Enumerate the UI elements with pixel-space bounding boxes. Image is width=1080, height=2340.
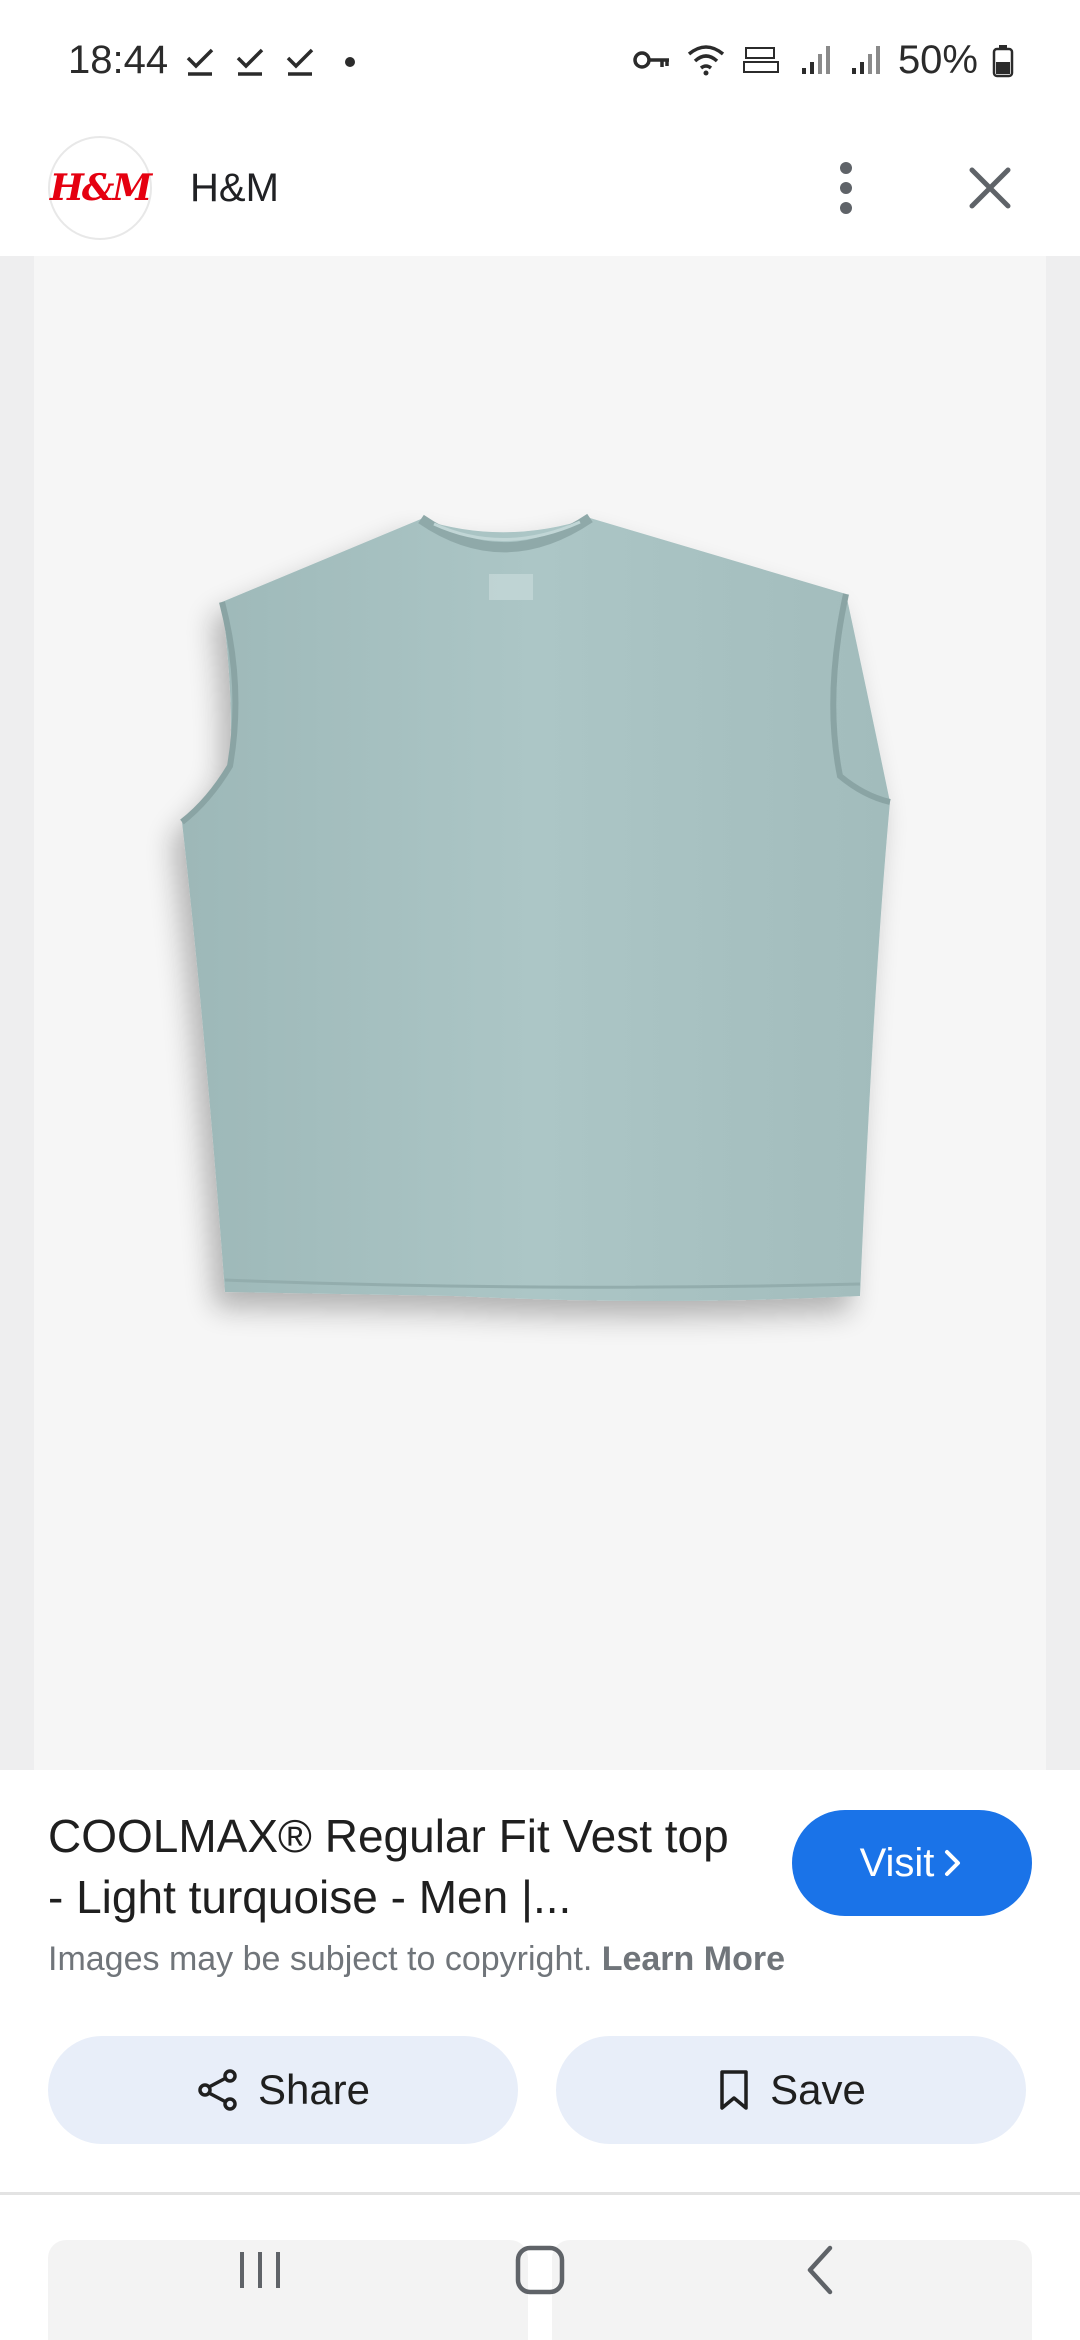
status-bar: 18:44 50%	[0, 0, 1080, 120]
header: H&M H&M	[0, 120, 1080, 256]
battery-percent: 50%	[897, 37, 978, 82]
signal-icon	[851, 46, 880, 74]
system-nav-bar	[0, 2200, 1080, 2340]
shirt-label	[489, 574, 533, 600]
vpn-key-icon	[633, 51, 669, 69]
shirt-body	[182, 518, 890, 1301]
recents-icon	[240, 2252, 280, 2288]
close-icon	[969, 167, 1011, 209]
visit-label: Visit	[859, 1840, 935, 1885]
site-name: H&M	[190, 165, 279, 210]
learn-more-link[interactable]: Learn More	[602, 1940, 785, 1978]
check-icon	[186, 48, 214, 76]
logo-text: H&M	[49, 167, 152, 209]
share-icon	[198, 2069, 237, 2111]
bookmark-icon	[720, 2070, 748, 2110]
image-viewer[interactable]	[0, 256, 1080, 1770]
status-left: 18:44	[68, 38, 368, 83]
wifi-icon	[687, 45, 725, 76]
recents-button[interactable]	[210, 2220, 310, 2320]
product-image[interactable]	[34, 256, 1046, 1770]
share-button[interactable]: Share	[48, 2036, 518, 2144]
check-icon	[286, 48, 314, 76]
home-button[interactable]	[490, 2220, 590, 2320]
more-options-button[interactable]	[804, 146, 888, 230]
status-right: 50%	[632, 38, 1014, 83]
signal-icon	[801, 46, 830, 74]
chevron-right-icon	[945, 1850, 961, 1876]
site-logo[interactable]: H&M	[48, 136, 152, 240]
save-button[interactable]: Save	[556, 2036, 1026, 2144]
share-label: Share	[257, 2066, 371, 2113]
divider	[0, 2192, 1080, 2195]
volte-icon	[742, 47, 779, 73]
save-label: Save	[770, 2066, 866, 2113]
product-title[interactable]: COOLMAX® Regular Fit Vest top - Light tu…	[48, 1806, 748, 1928]
back-button[interactable]	[770, 2220, 870, 2320]
visit-button[interactable]: Visit	[792, 1810, 1032, 1916]
check-icon	[236, 48, 264, 76]
more-vert-icon	[840, 162, 852, 214]
home-icon	[515, 2245, 565, 2295]
battery-icon	[992, 45, 1014, 78]
back-icon	[807, 2245, 833, 2295]
tank-top-image	[180, 513, 891, 1301]
copyright-notice: Images may be subject to copyright. Lear…	[48, 1940, 785, 1979]
close-button[interactable]	[948, 146, 1032, 230]
header-actions	[804, 146, 1032, 230]
info-panel: COOLMAX® Regular Fit Vest top - Light tu…	[0, 1770, 1080, 2190]
status-time: 18:44	[68, 37, 169, 82]
copyright-text: Images may be subject to copyright.	[48, 1940, 593, 1978]
dot-icon	[345, 57, 356, 67]
